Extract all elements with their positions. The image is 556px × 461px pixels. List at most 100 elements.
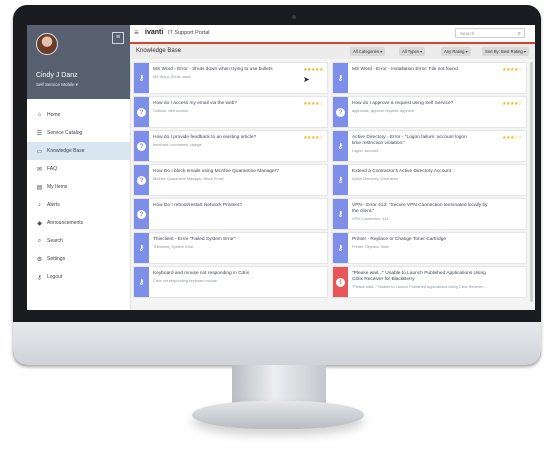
article-title[interactable]: How do I access my email via the web?: [153, 101, 278, 107]
page-title: Knowledge Base: [136, 48, 182, 54]
sidebar-item-label: FAQ: [47, 166, 58, 172]
article-tags: Thinclient, System Error: [153, 245, 194, 249]
article-tags: MS Word, Shuts down: [153, 75, 191, 79]
article-title[interactable]: MS Word - Error - Shuts down when trying…: [153, 67, 278, 73]
filter-types[interactable]: All Types ▾: [399, 47, 426, 56]
article-card[interactable]: ⚷ VPN - Error 413: "Secure VPN Connection…: [332, 198, 527, 230]
catalog-icon: ☰: [36, 130, 43, 137]
article-card[interactable]: ? How Do I block emails using McAfee Quar…: [133, 164, 328, 196]
gear-icon: ⚙: [36, 256, 43, 263]
brand-logo: ivanti: [145, 29, 164, 36]
key-icon-glyph: ⚷: [337, 211, 344, 218]
article-card[interactable]: ⚷ Extend a Contractor's Active Directory …: [332, 164, 527, 196]
article-card[interactable]: ⚷ Active Directory - Error - "Logon failu…: [332, 130, 527, 162]
rating-stars: ★★★★☆: [303, 101, 323, 107]
chat-icon: ✉: [36, 166, 43, 173]
rating-stars: ★★★★☆: [502, 101, 522, 107]
items-icon: ▤: [36, 184, 43, 191]
key-icon: ⚷: [333, 131, 348, 161]
sidebar-item-announcements[interactable]: ◆ Announcements: [27, 214, 130, 232]
sidebar-item-faq[interactable]: ✉ FAQ: [27, 160, 130, 178]
search-input[interactable]: Search ⌕: [455, 28, 525, 38]
sort-dropdown[interactable]: Sort By: Best Rating ▾: [482, 47, 529, 56]
megaphone-icon: ◆: [37, 220, 42, 227]
sidebar-nav: ⌂ Home ☰ Service Catalog ▭ Knowledge Base ✉ FAQ…: [27, 106, 130, 286]
article-card[interactable]: ? How do I provide feedback to an existin…: [133, 130, 328, 162]
sidebar-item-my-items[interactable]: ▤ My Items: [27, 178, 130, 196]
sidebar-item-knowledge-base[interactable]: ▭ Knowledge Base: [27, 142, 130, 160]
mouse-cursor-icon: ➤: [303, 75, 310, 84]
sidebar-item-home[interactable]: ⌂ Home: [27, 106, 130, 124]
question-icon: ?: [134, 97, 149, 127]
sidebar-item-settings[interactable]: ⚙ Settings: [27, 250, 130, 268]
kb-header: Knowledge Base All Categories ▾ All Type…: [130, 44, 535, 59]
avatar[interactable]: [36, 33, 58, 55]
article-title[interactable]: Printer - Replace or Change Toner Cartri…: [352, 237, 492, 243]
article-tags: approvals, approve request, approve: [352, 109, 414, 113]
sidebar-item-service-catalog[interactable]: ☰ Service Catalog: [27, 124, 130, 142]
key-icon: ⚷: [333, 165, 348, 195]
article-card[interactable]: ? How do I access my email via the web? Ou…: [133, 96, 328, 128]
search-icon[interactable]: ⌕: [518, 29, 521, 39]
user-name: Cindy J Danz: [36, 72, 78, 79]
key-icon: ⚷: [333, 233, 348, 263]
article-title[interactable]: Thinclient - Error "Failed System Error": [153, 237, 293, 243]
screen: ≡ Cindy J Danz Self Service Mobile ▾ ⌂ Ho…: [27, 25, 535, 310]
article-title[interactable]: Extend a Contractor's Active Directory A…: [352, 169, 492, 175]
rating-stars: ★★★☆☆: [502, 135, 522, 141]
monitor-stand-neck: [232, 365, 326, 405]
search-icon: ⌕: [37, 237, 42, 244]
sidebar-item-logout[interactable]: ⚷ Logout: [27, 268, 130, 286]
question-icon-glyph: ?: [137, 175, 146, 185]
article-title[interactable]: "Please wait..." Unable to Launch Publis…: [352, 271, 492, 283]
article-card[interactable]: ⚷ Keyboard and mouse not responding in Ci…: [133, 266, 328, 298]
portal-title: IT Support Portal: [168, 30, 210, 36]
article-title[interactable]: How do I provide feedback to an existing…: [153, 135, 278, 141]
article-card[interactable]: ⚷ MS Word - Error - Shuts down when tryin…: [133, 62, 328, 94]
article-title[interactable]: How Do I block emails using McAfee Quara…: [153, 169, 293, 175]
article-tags: McAfee Quarantine Manager, Block Email: [153, 177, 224, 181]
scrollbar[interactable]: [530, 62, 533, 302]
article-card[interactable]: ? How Do I reboot/restart Network Printer…: [133, 198, 328, 230]
sidebar-item-search[interactable]: ⌕ Search: [27, 232, 130, 250]
key-icon-glyph: ⚷: [337, 177, 344, 184]
key-icon-glyph: ⚷: [138, 245, 145, 252]
filter-rating[interactable]: Any Rating ▾: [441, 47, 471, 56]
article-title[interactable]: Keyboard and mouse not responding in Cit…: [153, 271, 293, 277]
sidebar-item-label: Search: [47, 238, 63, 244]
monitor-chin: [13, 322, 541, 365]
user-role-dropdown[interactable]: Self Service Mobile ▾: [36, 82, 78, 88]
filter-categories[interactable]: All Categories ▾: [350, 47, 386, 56]
sidebar-item-label: My Items: [47, 184, 68, 190]
rating-stars: ★★★★☆: [303, 135, 323, 141]
article-card[interactable]: ? How do I approve a request using Self S…: [332, 96, 527, 128]
sidebar-item-label: Logout: [47, 274, 63, 280]
sidebar-item-alerts[interactable]: ♪ Alerts: [27, 196, 130, 214]
key-icon-glyph: ⚷: [337, 75, 344, 82]
monitor-stand-base: [192, 401, 364, 429]
article-tags: VPN Connection, 413: [352, 217, 389, 221]
article-title[interactable]: VPN - Error 413: "Secure VPN Connection …: [352, 203, 492, 215]
article-card[interactable]: ⚷ Thinclient - Error "Failed System Error…: [133, 232, 328, 264]
key-icon-glyph: ⚷: [138, 75, 145, 82]
article-card[interactable]: ⚷ MS Word - Error - Installation Error: F…: [332, 62, 527, 94]
article-title[interactable]: How do I approve a request using Self Se…: [352, 101, 477, 107]
sidebar-item-label: Knowledge Base: [47, 148, 85, 154]
question-icon-glyph: ?: [137, 107, 146, 117]
key-icon-glyph: ⚷: [138, 279, 145, 286]
article-tags: Citrix not responding keyboard mouse: [153, 279, 217, 283]
alert-icon-glyph: !: [336, 277, 345, 287]
article-title[interactable]: MS Word - Error - Installation Error: Fi…: [352, 67, 477, 73]
question-icon-glyph: ?: [137, 141, 146, 151]
collapse-sidebar-button[interactable]: ≡: [112, 32, 124, 44]
article-card[interactable]: ! "Please wait..." Unable to Launch Publi…: [332, 266, 527, 298]
article-title[interactable]: How Do I reboot/restart Network Printers…: [153, 203, 293, 209]
bell-icon: ♪: [38, 202, 41, 208]
search-placeholder: Search: [460, 31, 475, 36]
question-icon: ?: [134, 199, 149, 229]
article-card[interactable]: ⚷ Printer - Replace or Change Toner Cartr…: [332, 232, 527, 264]
key-icon-glyph: ⚷: [337, 245, 344, 252]
home-icon: ⌂: [37, 112, 42, 118]
hamburger-menu-icon[interactable]: ≡: [134, 28, 139, 37]
article-title[interactable]: Active Directory - Error - "Logon failur…: [352, 135, 477, 147]
